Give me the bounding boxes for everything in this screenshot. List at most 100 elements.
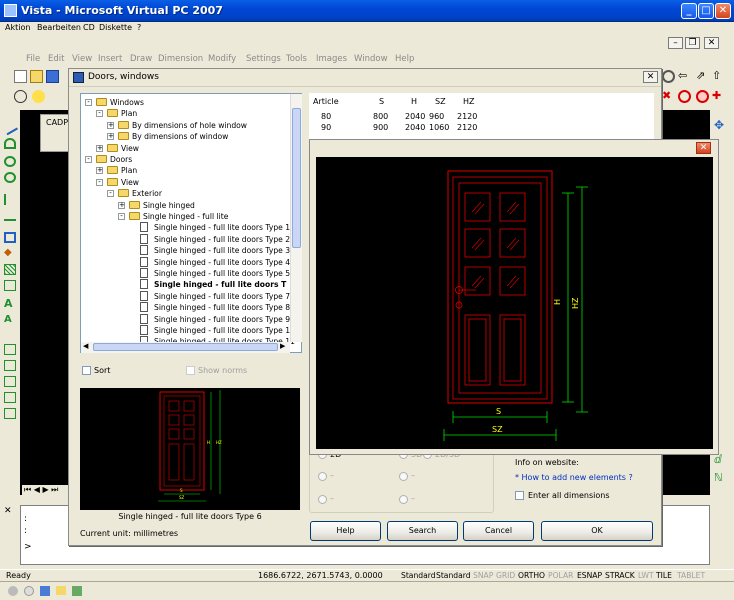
array-tool-icon[interactable] (4, 392, 16, 403)
table-header[interactable]: SZ (435, 97, 446, 106)
tree-item[interactable]: Single hinged - full lite doors Type 8 (154, 302, 290, 313)
status-ortho[interactable]: ORTHO (518, 571, 545, 580)
cad-menu-tools[interactable]: Tools (286, 54, 307, 64)
table-row[interactable]: 90 900 2040 1060 2120 (309, 123, 654, 134)
red-target-icon[interactable] (696, 90, 709, 103)
menu-bearbeiten[interactable]: Bearbeiten (37, 23, 81, 32)
back-arrow-icon[interactable]: ⇦ (678, 70, 691, 83)
cancel-button[interactable]: Cancel (463, 521, 534, 541)
circle-tool-icon[interactable] (4, 156, 16, 167)
status-lwt[interactable]: LWT (638, 571, 654, 580)
menu-aktion[interactable]: Aktion (5, 23, 30, 32)
mtext-tool-icon[interactable]: A (4, 314, 16, 325)
status-tablet[interactable]: TABLET (677, 571, 705, 580)
tree-item[interactable]: Single hinged - full lite doors Type 7 (154, 291, 290, 302)
cad-menu-file[interactable]: File (26, 54, 40, 64)
table-header[interactable]: H (411, 97, 417, 106)
tree-item[interactable]: Single hinged (143, 200, 195, 211)
tree-hscroll[interactable]: ◀ ▶ (81, 342, 290, 353)
table-header[interactable]: HZ (463, 97, 475, 106)
tool-a-icon[interactable]: ⅆ (714, 454, 726, 465)
open-folder-icon[interactable] (30, 70, 43, 83)
status-snap[interactable]: SNAP (473, 571, 493, 580)
vpc-floppy-icon[interactable] (40, 586, 50, 596)
table-header[interactable]: S (379, 97, 384, 106)
tree-expander[interactable]: + (107, 121, 114, 129)
show-norms-checkbox[interactable] (186, 366, 195, 375)
menu-help[interactable]: ? (137, 23, 141, 32)
tree-item[interactable]: View (121, 177, 139, 188)
enter-all-dimensions-checkbox[interactable] (515, 491, 524, 500)
status-polar[interactable]: POLAR (548, 571, 573, 580)
tree-item[interactable]: Single hinged - full lite doors Type 9 (154, 314, 290, 325)
large-preview-canvas[interactable]: H HZ S SZ (316, 157, 713, 449)
gear-icon[interactable] (662, 70, 675, 83)
line-tool-icon[interactable] (2, 119, 18, 136)
mdi-minimize-button[interactable]: – (668, 37, 683, 49)
tree-item[interactable]: Single hinged - full lite doors Type 3 (154, 245, 290, 256)
close-button[interactable]: ✕ (715, 3, 731, 19)
tree-item[interactable]: By dimensions of window (132, 131, 228, 142)
tool-b-icon[interactable]: ℕ (714, 472, 726, 483)
region-tool-icon[interactable] (4, 280, 16, 291)
tree-item[interactable]: Exterior (132, 188, 162, 199)
status-strack[interactable]: STRACK (605, 571, 635, 580)
cad-menu-dimension[interactable]: Dimension (158, 54, 203, 64)
zoom-icon[interactable] (14, 90, 27, 103)
bulb-icon[interactable] (32, 90, 45, 103)
tree-item[interactable]: Single hinged - full lite doors Type 10 (154, 325, 295, 336)
cad-menu-images[interactable]: Images (316, 54, 347, 64)
mdi-restore-button[interactable]: ❐ (685, 37, 700, 49)
preview-close-button[interactable]: ✕ (696, 142, 711, 154)
red-circle-icon[interactable] (678, 90, 691, 103)
status-grid[interactable]: GRID (496, 571, 515, 580)
status-style-1[interactable]: Standard (401, 571, 436, 580)
minimize-button[interactable]: _ (681, 3, 697, 19)
menu-cd[interactable]: CD (83, 23, 95, 32)
group-tool-icon[interactable] (4, 408, 16, 419)
tree-item[interactable]: Plan (121, 165, 137, 176)
text-tool-icon[interactable]: A (4, 298, 16, 309)
cad-menu-settings[interactable]: Settings (246, 54, 281, 64)
rectangle-tool-icon[interactable] (4, 232, 16, 243)
tree-expander[interactable]: - (118, 213, 125, 220)
sort-checkbox[interactable] (82, 366, 91, 375)
search-button[interactable]: Search (387, 521, 458, 541)
move-icon[interactable]: ✥ (714, 119, 726, 131)
spline-tool-icon[interactable] (4, 210, 16, 221)
tree-expander[interactable]: + (118, 201, 125, 209)
tree-expander[interactable]: - (85, 99, 92, 106)
cad-menu-help[interactable]: Help (395, 54, 414, 64)
maximize-button[interactable]: □ (698, 3, 714, 19)
ellipse-tool-icon[interactable] (4, 172, 16, 183)
copy-tool-icon[interactable] (4, 376, 16, 387)
tree-item[interactable]: View (121, 143, 139, 154)
tree-item[interactable]: Doors (110, 154, 132, 165)
preview-small[interactable]: H HZ S SZ (80, 388, 300, 510)
vpc-folder-icon[interactable] (56, 586, 66, 595)
info-link[interactable]: * How to add new elements ? (515, 473, 633, 482)
table-header[interactable]: Article (313, 97, 339, 106)
tree-item[interactable]: Single hinged - full lite doors Type 1 (154, 222, 290, 233)
tree-item[interactable]: Windows (110, 97, 144, 108)
ok-button[interactable]: OK (541, 521, 653, 541)
tree-item[interactable]: By dimensions of hole window (132, 120, 247, 131)
polyline-tool-icon[interactable] (4, 194, 16, 205)
tree-item[interactable]: Single hinged - full lite doors Type 5 (154, 268, 290, 279)
red-cross-icon[interactable]: ✚ (712, 90, 725, 103)
vpc-network-icon[interactable] (72, 586, 82, 596)
mdi-close-button[interactable]: ✕ (704, 37, 719, 49)
hatch-tool-icon[interactable] (4, 264, 16, 275)
menu-diskette[interactable]: Diskette (99, 23, 132, 32)
cad-menu-edit[interactable]: Edit (48, 54, 64, 64)
tree-expander[interactable]: + (96, 144, 103, 152)
cad-menu-insert[interactable]: Insert (98, 54, 122, 64)
cad-menu-window[interactable]: Window (354, 54, 388, 64)
tree-expander[interactable]: + (96, 167, 103, 175)
cmd-close-icon[interactable]: ✕ (4, 506, 12, 516)
status-tile[interactable]: TILE (656, 571, 672, 580)
save-icon[interactable] (46, 70, 59, 83)
cad-menu-modify[interactable]: Modify (208, 54, 236, 64)
element-tree[interactable]: - Windows - Plan + By dimensions of hole wind… (80, 93, 302, 353)
tree-item[interactable]: Single hinged - full lite (143, 211, 228, 222)
